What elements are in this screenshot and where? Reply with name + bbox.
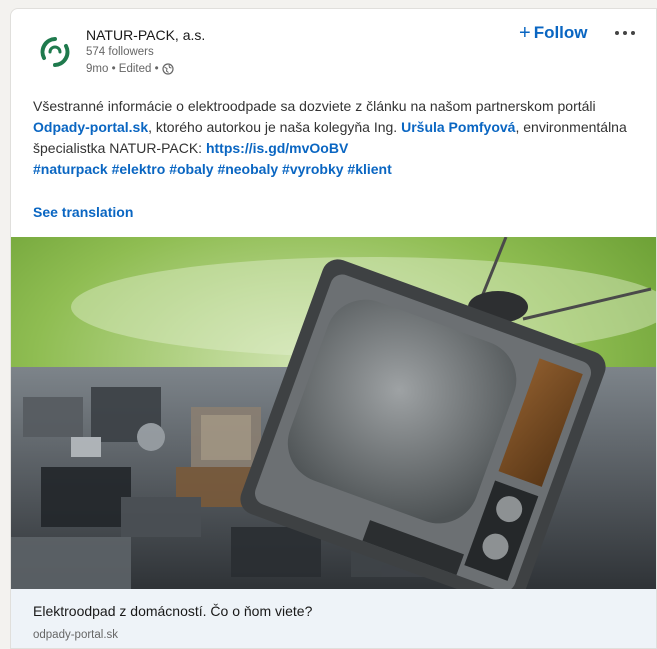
hashtag-link[interactable]: #naturpack: [33, 161, 108, 177]
link-preview-domain: odpady-portal.sk: [33, 629, 119, 641]
post-text-part: , ktorého autorkou je naša kolegyňa Ing.: [148, 119, 402, 135]
odpady-portal-link[interactable]: Odpady-portal.sk: [33, 119, 148, 135]
link-preview[interactable]: Elektroodpad z domácností. Čo o ňom viet…: [11, 589, 656, 648]
plus-icon: +: [519, 22, 531, 44]
more-options-icon[interactable]: [615, 25, 647, 41]
link-preview-title[interactable]: Elektroodpad z domácností. Čo o ňom viet…: [33, 603, 312, 619]
hashtag-link[interactable]: #klient: [347, 161, 391, 177]
short-url-link[interactable]: https://is.gd/mvOoBV: [206, 140, 348, 156]
company-name[interactable]: NATUR-PACK, a.s.: [86, 27, 205, 43]
post-meta: 9mo • Edited •: [86, 63, 174, 75]
hashtag-link[interactable]: #vyrobky: [282, 161, 343, 177]
post-time-label: 9mo • Edited •: [86, 63, 159, 75]
post-header: NATUR-PACK, a.s. 574 followers 9mo • Edi…: [11, 9, 656, 97]
follow-button[interactable]: + Follow: [519, 23, 588, 43]
author-mention-link[interactable]: Uršula Pomfyová: [401, 119, 515, 135]
natur-pack-logo-icon: [40, 37, 70, 67]
post-text-part: Všestranné informácie o elektroodpade sa…: [33, 98, 596, 114]
hashtag-link[interactable]: #obaly: [169, 161, 213, 177]
company-logo[interactable]: [33, 30, 77, 74]
follow-label: Follow: [533, 23, 588, 42]
post-image[interactable]: [11, 237, 657, 589]
see-translation-button[interactable]: See translation: [33, 204, 133, 220]
follower-count: 574 followers: [86, 46, 154, 58]
hashtag-link[interactable]: #neobaly: [217, 161, 278, 177]
feed-post-card: NATUR-PACK, a.s. 574 followers 9mo • Edi…: [10, 8, 657, 649]
post-text: Všestranné informácie o elektroodpade sa…: [33, 96, 653, 180]
hashtag-link[interactable]: #elektro: [112, 161, 166, 177]
globe-icon: [162, 63, 174, 75]
